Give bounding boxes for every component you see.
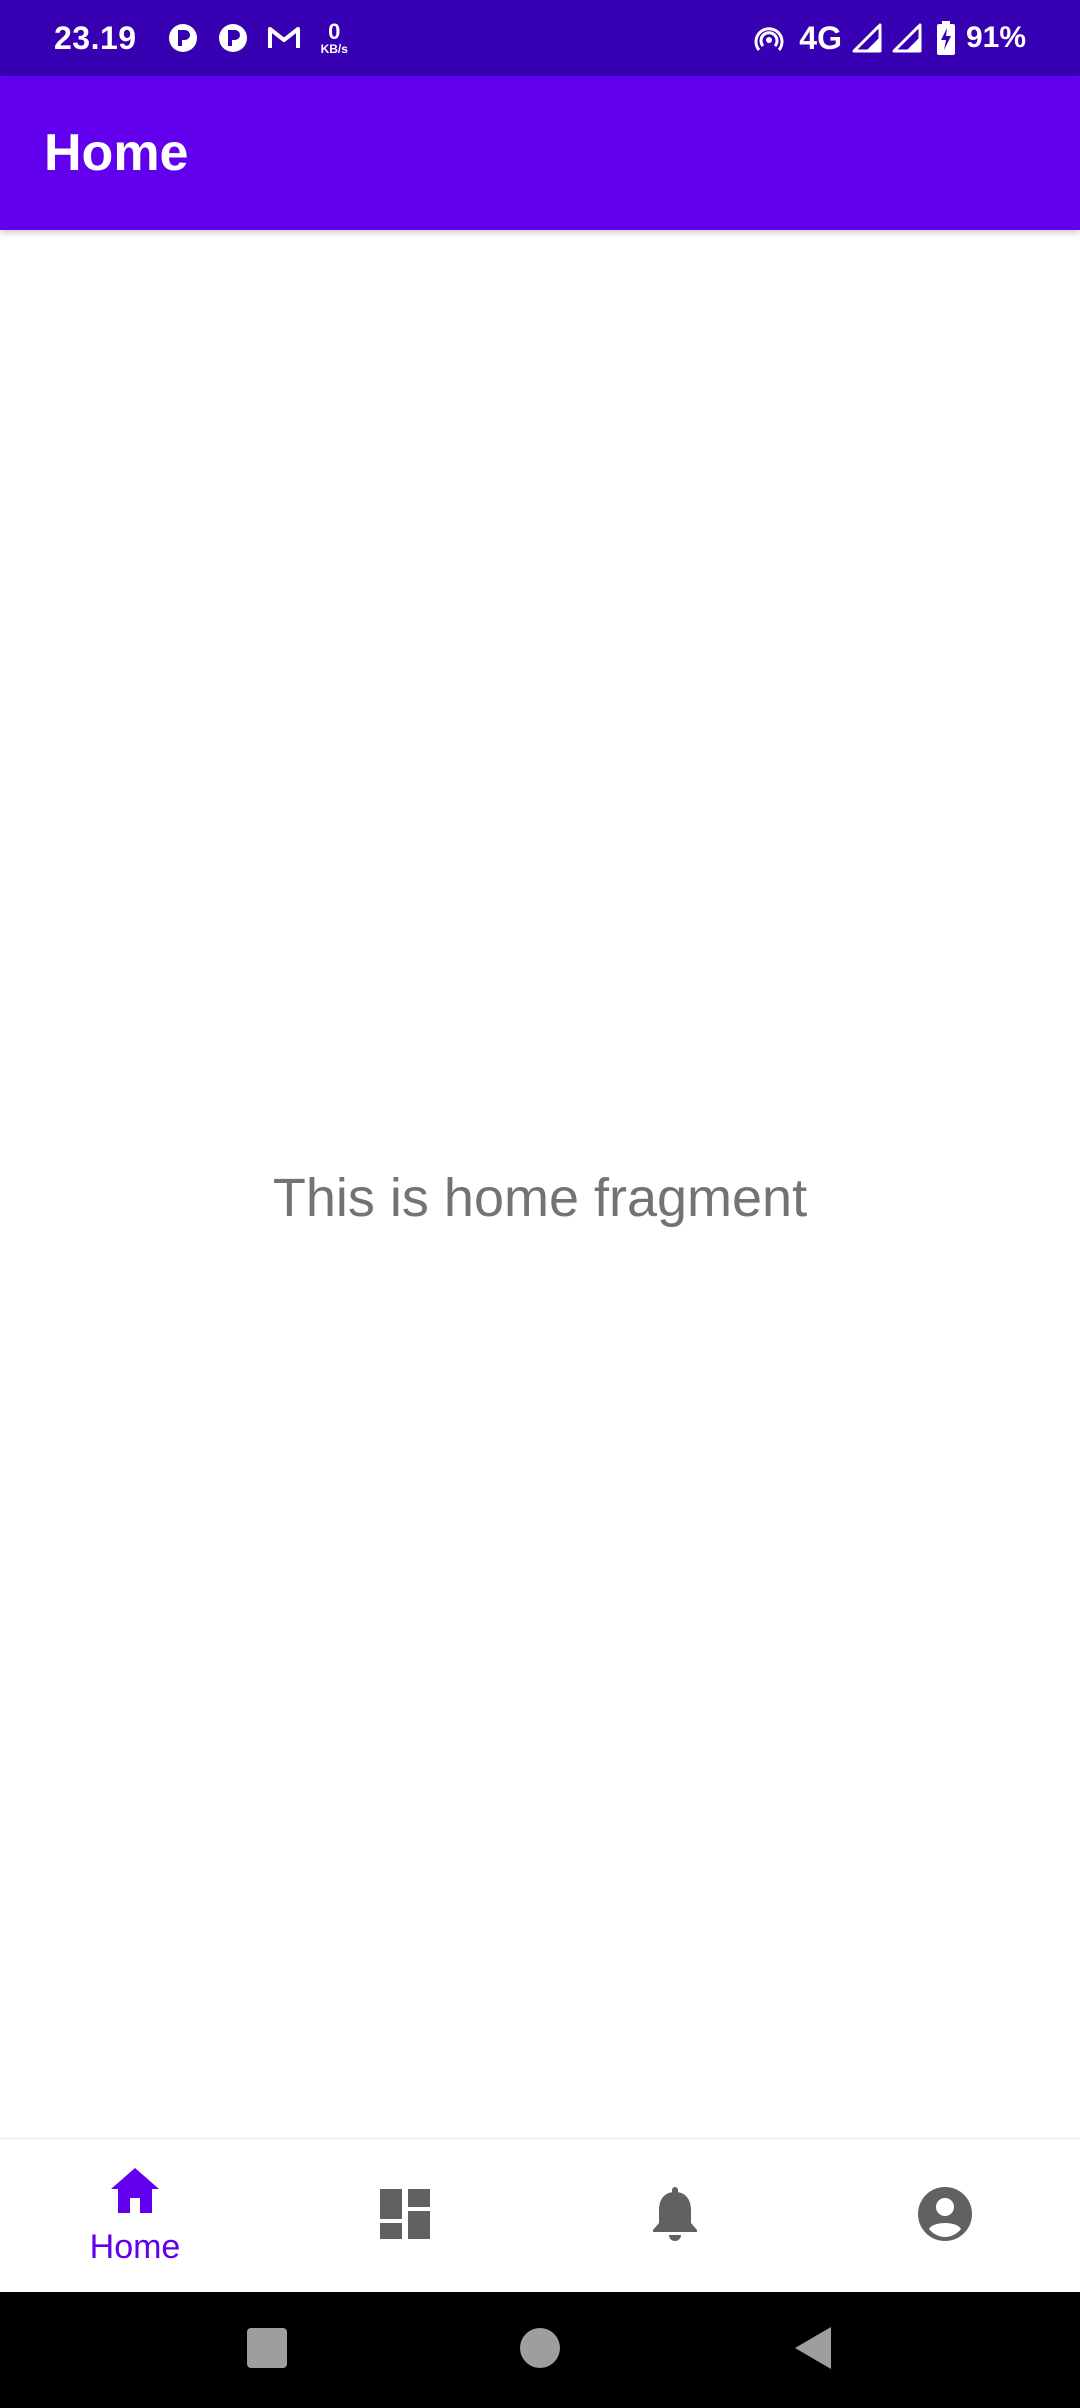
network-speed-unit: KB/s [320, 42, 348, 56]
bottom-navigation: Home [0, 2138, 1080, 2293]
dashboard-icon [378, 2187, 432, 2246]
network-type: 4G [799, 19, 842, 56]
recent-apps-button[interactable] [222, 2305, 312, 2395]
status-time: 23.19 [54, 19, 137, 56]
triangle-back-icon [791, 2325, 835, 2376]
square-icon [245, 2326, 289, 2375]
home-fragment: This is home fragment [0, 230, 1080, 2138]
signal-icon-2 [892, 23, 922, 53]
battery-percentage: 91% [965, 21, 1026, 54]
signal-icon [852, 23, 882, 53]
back-button[interactable] [768, 2305, 858, 2395]
bell-icon [650, 2185, 700, 2248]
system-navigation-bar [0, 2292, 1080, 2408]
page-title: Home [44, 124, 189, 182]
circle-icon [518, 2326, 562, 2375]
status-bar: 23.19 0 KB/s 4G 91% [0, 0, 1080, 76]
network-speed-value: 0 [328, 19, 341, 44]
notification-app-icon [167, 22, 199, 54]
fragment-text: This is home fragment [272, 1168, 808, 1228]
notification-app-icon-2 [217, 22, 249, 54]
status-bar-right: 4G 91% [753, 20, 1026, 57]
home-button[interactable] [495, 2305, 585, 2395]
nav-item-notifications[interactable] [540, 2139, 810, 2293]
battery-charging-icon [936, 21, 956, 55]
hotspot-icon [753, 22, 785, 54]
gmail-icon [267, 24, 301, 52]
network-speed: 0 KB/s [320, 19, 348, 56]
account-icon [916, 2185, 974, 2248]
nav-item-dashboard[interactable] [270, 2139, 540, 2293]
app-bar: Home [0, 76, 1080, 230]
nav-item-account[interactable] [810, 2139, 1080, 2293]
nav-item-home[interactable]: Home [0, 2139, 270, 2293]
nav-label-home: Home [89, 2228, 181, 2266]
home-icon [107, 2165, 163, 2222]
status-bar-left: 23.19 0 KB/s [54, 20, 348, 57]
